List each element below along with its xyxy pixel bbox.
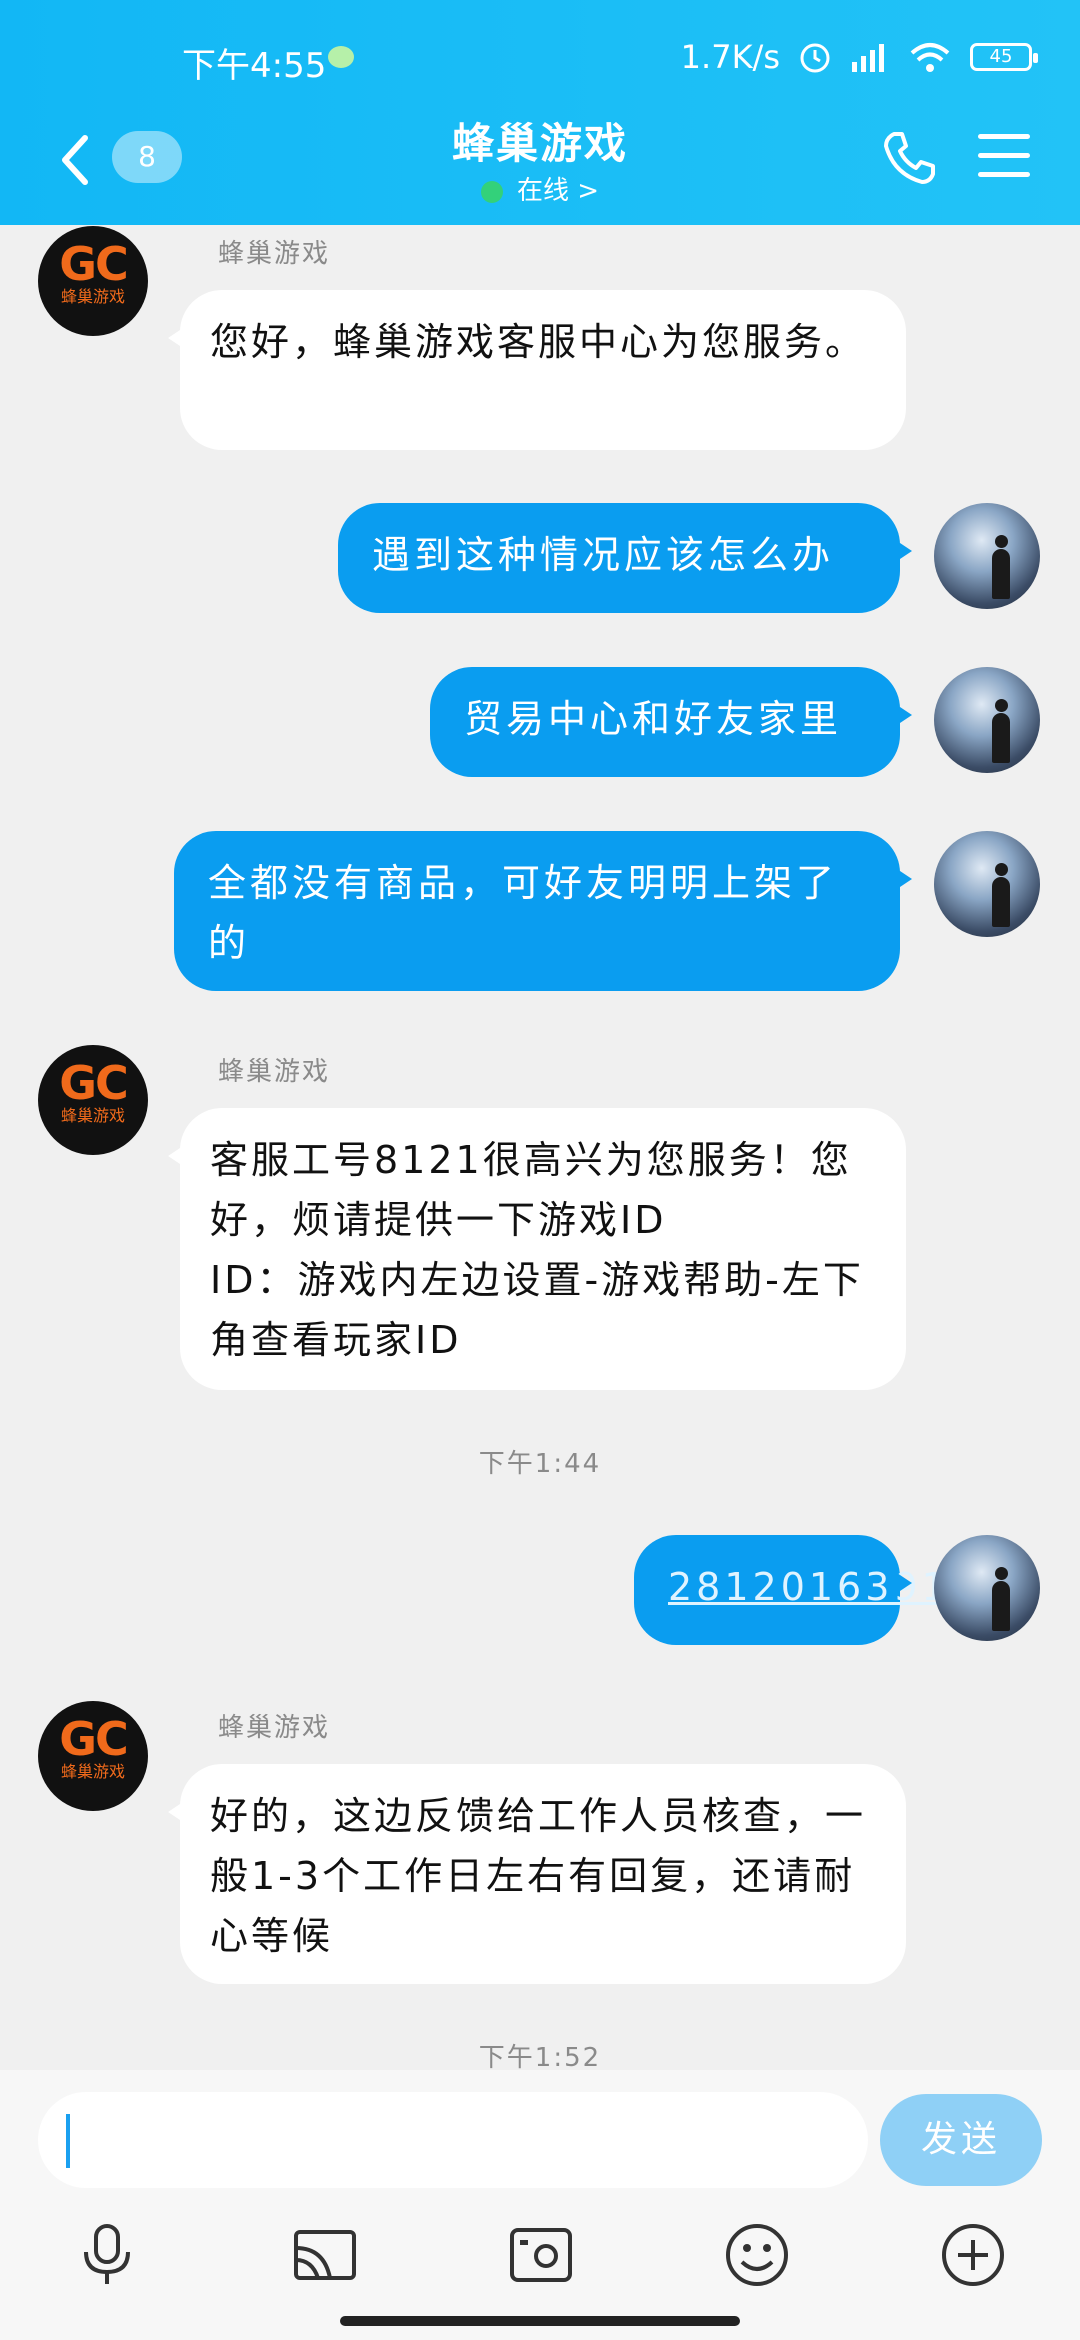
send-button[interactable]: 发送 <box>880 2094 1042 2186</box>
avatar-logo: GC <box>59 1056 129 1110</box>
input-bar: 发送 <box>0 2070 1080 2340</box>
online-dot-icon <box>480 180 503 203</box>
avatar-logo-sub: 蜂巢游戏 <box>60 1106 125 1125</box>
message-bubble-incoming[interactable]: 好的，这边反馈给工作人员核查，一般1-3个工作日左右有回复，还请耐心等候 <box>168 1764 906 1984</box>
message-bubble-outgoing[interactable]: 2812016391 <box>634 1535 946 1645</box>
avatar-logo-sub: 蜂巢游戏 <box>60 1762 125 1781</box>
game-id-link[interactable]: 2812016391 <box>668 1565 950 1609</box>
user-avatar[interactable] <box>934 667 1040 773</box>
camera-icon[interactable] <box>506 2220 576 2290</box>
avatar-logo-sub: 蜂巢游戏 <box>60 287 125 306</box>
service-avatar[interactable]: GC 蜂巢游戏 <box>38 226 148 336</box>
screen-cast-icon[interactable] <box>290 2220 360 2290</box>
network-speed: 1.7K/s <box>680 38 780 76</box>
chat-area[interactable]: GC 蜂巢游戏 蜂巢游戏 您好，蜂巢游戏客服中心为您服务。 遇到这种情况应该怎么办… <box>0 225 1080 2073</box>
message-bubble-outgoing[interactable]: 全都没有商品，可好友明明上架了的 <box>174 831 912 991</box>
user-avatar[interactable] <box>934 503 1040 609</box>
battery-icon: 45 <box>970 43 1038 71</box>
sender-name: 蜂巢游戏 <box>218 1713 331 1743</box>
message-bubble-outgoing[interactable]: 遇到这种情况应该怎么办 <box>338 503 912 613</box>
home-indicator[interactable] <box>340 2316 740 2326</box>
user-avatar[interactable] <box>934 1535 1040 1641</box>
emoji-icon[interactable] <box>722 2220 792 2290</box>
sender-name: 蜂巢游戏 <box>218 1057 331 1087</box>
service-avatar[interactable]: GC 蜂巢游戏 <box>38 1701 148 1811</box>
avatar-logo: GC <box>59 237 129 291</box>
timestamp: 下午1:44 <box>478 1449 602 1479</box>
status-right: 1.7K/s 45 <box>680 38 1038 76</box>
status-time: 下午4:55 <box>182 46 327 86</box>
mic-icon[interactable] <box>72 2220 142 2290</box>
plus-icon[interactable] <box>938 2220 1008 2290</box>
online-label: 在线 > <box>516 176 600 206</box>
message-bubble-outgoing[interactable]: 贸易中心和好友家里 <box>430 667 912 777</box>
service-avatar[interactable]: GC 蜂巢游戏 <box>38 1045 148 1155</box>
message-input[interactable] <box>38 2092 868 2188</box>
timestamp: 下午1:52 <box>478 2043 602 2073</box>
alarm-icon <box>800 43 830 73</box>
phone-call-button[interactable] <box>880 128 940 188</box>
wechat-notification-icon <box>328 46 354 68</box>
text-caret <box>66 2114 70 2168</box>
avatar-logo: GC <box>59 1712 129 1766</box>
header: 下午4:55 1.7K/s 45 8 蜂巢游戏 在线 > <box>0 0 1080 225</box>
message-bubble-incoming[interactable]: 您好，蜂巢游戏客服中心为您服务。 <box>168 290 906 450</box>
wifi-icon <box>910 43 950 72</box>
signal-icon <box>852 44 884 72</box>
message-bubble-incoming[interactable]: 客服工号8121很高兴为您服务！您好，烦请提供一下游戏ID ID：游戏内左边设置… <box>168 1108 906 1390</box>
menu-button[interactable] <box>978 134 1030 178</box>
sender-name: 蜂巢游戏 <box>218 239 331 269</box>
user-avatar[interactable] <box>934 831 1040 937</box>
